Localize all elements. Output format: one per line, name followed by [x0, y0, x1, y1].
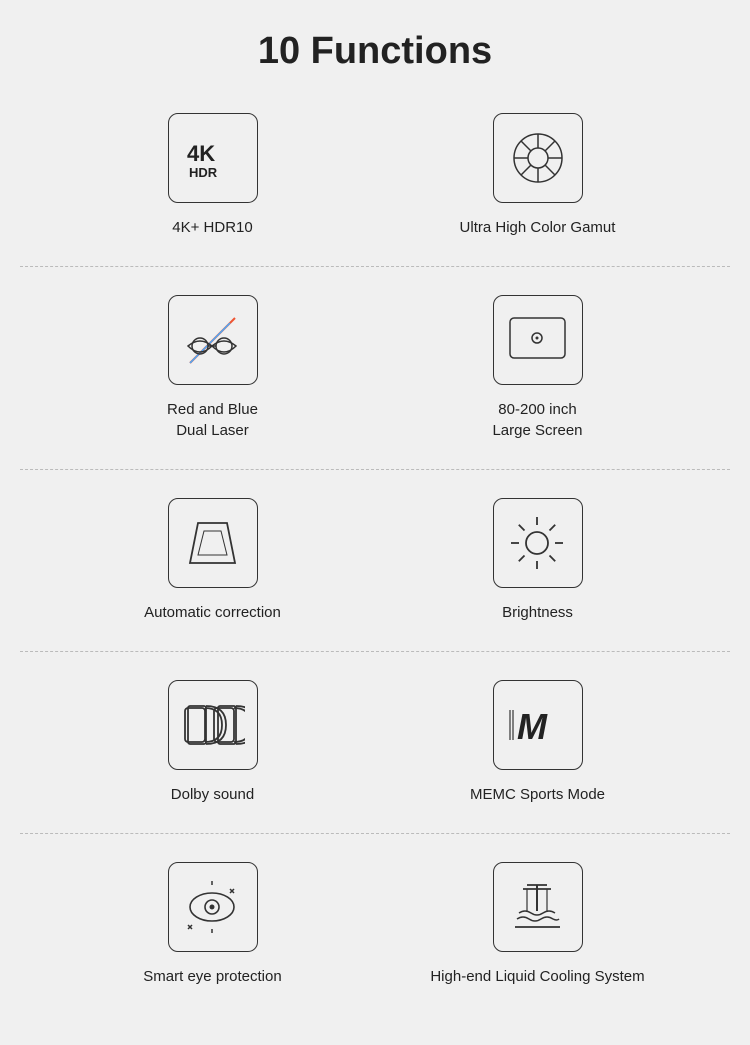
- auto-correction-icon: [168, 498, 258, 588]
- feature-row-4: Dolby sound M MEMC Sports Mode: [20, 670, 730, 823]
- feature-eye-protection: Smart eye protection: [103, 862, 323, 987]
- feature-4k-hdr: 4K HDR 4K+ HDR10: [103, 113, 323, 238]
- divider-2: [20, 469, 730, 470]
- divider-4: [20, 833, 730, 834]
- dual-laser-label: Red and BlueDual Laser: [167, 399, 258, 441]
- eye-protection-icon: [168, 862, 258, 952]
- feature-auto-correction: Automatic correction: [103, 498, 323, 623]
- svg-text:HDR: HDR: [189, 165, 218, 180]
- feature-large-screen: 80-200 inchLarge Screen: [428, 295, 648, 441]
- feature-memc: M MEMC Sports Mode: [428, 680, 648, 805]
- feature-row-5: Smart eye protection High-end Liquid Coo: [20, 852, 730, 1005]
- feature-color-gamut: Ultra High Color Gamut: [428, 113, 648, 238]
- feature-row-1: 4K HDR 4K+ HDR10 Ultra High Color: [20, 103, 730, 256]
- liquid-cooling-label: High-end Liquid Cooling System: [430, 966, 644, 987]
- large-screen-label: 80-200 inchLarge Screen: [492, 399, 582, 441]
- 4k-hdr-icon: 4K HDR: [168, 113, 258, 203]
- dual-laser-icon: [168, 295, 258, 385]
- feature-dual-laser: Red and BlueDual Laser: [103, 295, 323, 441]
- feature-dolby-sound: Dolby sound: [103, 680, 323, 805]
- memc-icon: M: [493, 680, 583, 770]
- brightness-label: Brightness: [502, 602, 573, 623]
- dolby-sound-icon: [168, 680, 258, 770]
- divider-3: [20, 651, 730, 652]
- color-gamut-label: Ultra High Color Gamut: [460, 217, 616, 238]
- liquid-cooling-icon: [493, 862, 583, 952]
- 4k-hdr-label: 4K+ HDR10: [172, 217, 252, 238]
- eye-protection-label: Smart eye protection: [143, 966, 281, 987]
- color-gamut-icon: [493, 113, 583, 203]
- large-screen-icon: [493, 295, 583, 385]
- brightness-icon: [493, 498, 583, 588]
- page-title: 10 Functions: [258, 30, 492, 73]
- divider-1: [20, 266, 730, 267]
- feature-row-2: Red and BlueDual Laser 80-200 inchLarge …: [20, 285, 730, 459]
- dolby-sound-label: Dolby sound: [171, 784, 254, 805]
- svg-text:M: M: [517, 706, 548, 747]
- memc-label: MEMC Sports Mode: [470, 784, 605, 805]
- svg-text:4K: 4K: [187, 141, 215, 166]
- auto-correction-label: Automatic correction: [144, 602, 281, 623]
- feature-row-3: Automatic correction Brightness: [20, 488, 730, 641]
- feature-liquid-cooling: High-end Liquid Cooling System: [428, 862, 648, 987]
- feature-brightness: Brightness: [428, 498, 648, 623]
